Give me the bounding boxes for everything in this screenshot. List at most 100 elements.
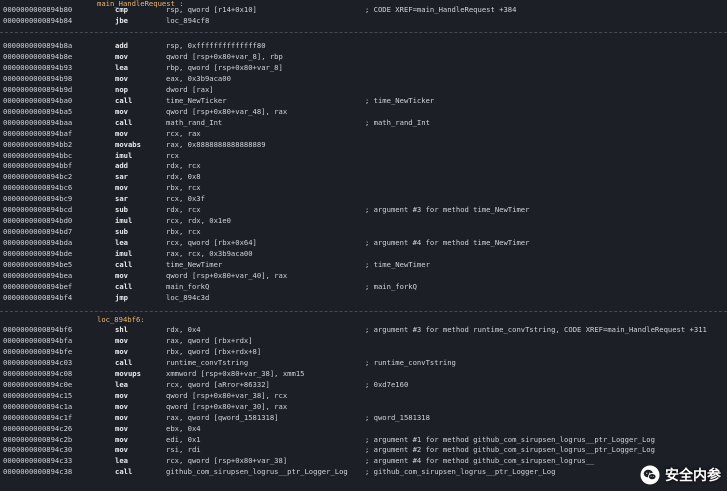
asm-line[interactable]: 0000000000894bbf add rdx, rcx	[0, 160, 727, 171]
asm-line[interactable]: 0000000000894b8a add rsp, 0xffffffffffffff…	[0, 40, 727, 51]
asm-line[interactable]: 0000000000894c1a mov qword [rsp+0x80+var_3…	[0, 401, 727, 412]
asm-mnemonic: jmp	[115, 292, 128, 302]
asm-line[interactable]: 0000000000894b9d nop dword [rax]	[0, 84, 727, 95]
asm-line[interactable]: 0000000000894bc2 sar rdx, 0x8	[0, 171, 727, 182]
asm-operands[interactable]: rax, 0x8888888888888889	[166, 139, 266, 150]
asm-line[interactable]: 0000000000894baa call math_rand_Int ; math_…	[0, 117, 727, 128]
asm-address: 0000000000894c08	[3, 368, 73, 378]
asm-operands[interactable]: dword [rax]	[166, 84, 214, 95]
asm-operands[interactable]: runtime_convTstring	[166, 357, 248, 368]
asm-address: 0000000000894c1f	[3, 412, 73, 422]
asm-line[interactable]: 0000000000894bd0 imul rcx, rdx, 0x1e0	[0, 215, 727, 226]
asm-operands[interactable]: eax, 0x3b9aca00	[166, 73, 231, 84]
asm-line[interactable]: 0000000000894b98 mov eax, 0x3b9aca00	[0, 73, 727, 84]
asm-operands[interactable]: qword [rsp+0x80+var_38], rcx	[166, 390, 287, 401]
asm-line[interactable]: 0000000000894c38 call github_com_sirupsen_…	[0, 466, 727, 477]
asm-line[interactable]: 0000000000894c08 movups xmmword [rsp+0x80+…	[0, 368, 727, 379]
asm-line[interactable]: 0000000000894c26 mov ebx, 0x4	[0, 423, 727, 434]
asm-operands[interactable]: rbx, qword [rbx+rdx+8]	[166, 346, 261, 357]
asm-line[interactable]: 0000000000894c2b mov edi, 0x1 ; argument #1…	[0, 434, 727, 445]
asm-line[interactable]: 0000000000894ba5 mov qword [rsp+0x80+var_4…	[0, 106, 727, 117]
asm-line[interactable]: 0000000000894bf6 shl rdx, 0x4 ; argument #3…	[0, 324, 727, 335]
asm-line[interactable]: 0000000000894bea mov qword [rsp+0x80+var_4…	[0, 270, 727, 281]
asm-operands[interactable]: loc_894cf8	[166, 15, 209, 26]
asm-operands[interactable]: rbp, qword [rsp+0x80+var_8]	[166, 62, 283, 73]
asm-line[interactable]: 0000000000894bef call main_forkQ ; main_for…	[0, 281, 727, 292]
asm-operands[interactable]: main_forkQ	[166, 281, 209, 292]
asm-operands[interactable]: rsp, 0xffffffffffffff80	[166, 40, 266, 51]
asm-line[interactable]: 0000000000894b84 jbe loc_894cf8	[0, 15, 727, 26]
asm-mnemonic: mov	[115, 335, 128, 345]
asm-operands[interactable]: rbx, rcx	[166, 226, 201, 237]
asm-operands[interactable]: rcx, qword [rsp+0x80+var_38]	[166, 455, 287, 466]
asm-line[interactable]: 0000000000894bbc imul rcx	[0, 150, 727, 161]
asm-mnemonic: imul	[115, 150, 133, 160]
asm-operands[interactable]: rcx, rax	[166, 128, 201, 139]
asm-operands[interactable]: rcx, 0x3f	[166, 193, 205, 204]
asm-operands[interactable]: rcx, qword [aRror+86332]	[166, 379, 270, 390]
asm-line[interactable]: 0000000000894b93 lea rbp, qword [rsp+0x80+…	[0, 62, 727, 73]
asm-operands[interactable]: rsi, rdi	[166, 444, 201, 455]
asm-mnemonic: call	[115, 467, 133, 477]
asm-mnemonic: movups	[115, 368, 141, 378]
asm-operands[interactable]: edi, 0x1	[166, 434, 201, 445]
asm-line[interactable]: 0000000000894bda lea rcx, qword [rbx+0x64]…	[0, 237, 727, 248]
asm-line[interactable]: 0000000000894bfe mov rbx, qword [rbx+rdx+8…	[0, 346, 727, 357]
asm-comment: ; argument #4 for method github_com_siru…	[365, 456, 595, 466]
asm-line[interactable]: 0000000000894bde imul rax, rcx, 0x3b9aca00	[0, 248, 727, 259]
asm-operands[interactable]: qword [rsp+0x80+var_40], rax	[166, 270, 287, 281]
asm-mnemonic: mov	[115, 128, 128, 138]
asm-mnemonic: lea	[115, 238, 128, 248]
asm-line[interactable]: 0000000000894baf mov rcx, rax	[0, 128, 727, 139]
label-main-handlerequest[interactable]: main_HandleRequest :	[97, 0, 184, 9]
asm-line[interactable]: 0000000000894bb2 movabs rax, 0x88888888888…	[0, 139, 727, 150]
asm-operands[interactable]: rcx, qword [rbx+0x64]	[166, 237, 257, 248]
asm-line[interactable]: 0000000000894bc6 mov rbx, rcx	[0, 182, 727, 193]
asm-operands[interactable]: rdx, 0x4	[166, 324, 201, 335]
asm-address: 0000000000894bde	[3, 249, 73, 259]
asm-line[interactable]: 0000000000894c33 lea rcx, qword [rsp+0x80+…	[0, 455, 727, 466]
asm-line[interactable]: 0000000000894c30 mov rsi, rdi ; argument #2…	[0, 444, 727, 455]
asm-line[interactable]: 0000000000894b8e mov qword [rsp+0x80+var_8…	[0, 51, 727, 62]
asm-mnemonic: mov	[115, 401, 128, 411]
asm-address: 0000000000894c15	[3, 390, 73, 400]
asm-operands[interactable]: rax, qword [rbx+rdx]	[166, 335, 253, 346]
asm-line[interactable]: 0000000000894bd7 sub rbx, rcx	[0, 226, 727, 237]
asm-operands[interactable]: qword [rsp+0x80+var_8], rbp	[166, 51, 283, 62]
asm-line[interactable]: 0000000000894be5 call time_NewTimer ; time_…	[0, 259, 727, 270]
asm-line[interactable]: 0000000000894c15 mov qword [rsp+0x80+var_3…	[0, 390, 727, 401]
asm-comment: ; time_NewTimer	[365, 260, 430, 269]
asm-line[interactable]: 0000000000894bf4 jmp loc_894c3d	[0, 292, 727, 303]
asm-operands[interactable]: time_NewTicker	[166, 95, 227, 106]
asm-operands[interactable]: rcx	[166, 150, 179, 161]
asm-address: 0000000000894b98	[3, 73, 73, 83]
asm-operands[interactable]: math_rand_Int	[166, 117, 222, 128]
asm-line[interactable]: 0000000000894c0e lea rcx, qword [aRror+863…	[0, 379, 727, 390]
asm-operands[interactable]: rbx, rcx	[166, 182, 201, 193]
asm-line[interactable]: 0000000000894bcd sub rdx, rcx ; argument #3…	[0, 204, 727, 215]
asm-operands[interactable]: loc_894c3d	[166, 292, 209, 303]
asm-operands[interactable]: rcx, rdx, 0x1e0	[166, 215, 231, 226]
asm-operands[interactable]: github_com_sirupsen_logrus__ptr_Logger_L…	[166, 466, 348, 477]
asm-operands[interactable]: rax, qword [qword_1581318]	[166, 412, 279, 423]
asm-operands[interactable]: rax, rcx, 0x3b9aca00	[166, 248, 253, 259]
asm-operands[interactable]: rdx, rcx	[166, 160, 201, 171]
asm-operands[interactable]: time_NewTimer	[166, 259, 222, 270]
asm-address: 0000000000894baa	[3, 117, 73, 127]
asm-operands[interactable]: rdx, 0x8	[166, 171, 201, 182]
asm-operands[interactable]: xmmword [rsp+0x80+var_38], xmm15	[166, 368, 304, 379]
asm-line[interactable]: 0000000000894c1f mov rax, qword [qword_158…	[0, 412, 727, 423]
asm-operands[interactable]: qword [rsp+0x80+var_48], rax	[166, 106, 287, 117]
asm-operands[interactable]: qword [rsp+0x80+var_30], rax	[166, 401, 287, 412]
asm-address: 0000000000894bf4	[3, 292, 73, 302]
label-loc-894bf6[interactable]: loc_894bf6:	[97, 314, 145, 325]
asm-address: 0000000000894c1a	[3, 401, 73, 411]
asm-operands[interactable]: rdx, rcx	[166, 204, 201, 215]
asm-address: 0000000000894bf6	[3, 325, 73, 334]
asm-line[interactable]: 0000000000894c03 call runtime_convTstring;…	[0, 357, 727, 368]
asm-line[interactable]: 0000000000894bfa mov rax, qword [rbx+rdx]	[0, 335, 727, 346]
asm-address: 0000000000894c38	[3, 467, 73, 477]
asm-line[interactable]: 0000000000894bc9 sar rcx, 0x3f	[0, 193, 727, 204]
asm-operands[interactable]: ebx, 0x4	[166, 423, 201, 434]
asm-line[interactable]: 0000000000894ba0 call time_NewTicker ; time…	[0, 95, 727, 106]
